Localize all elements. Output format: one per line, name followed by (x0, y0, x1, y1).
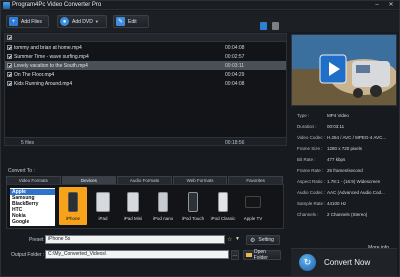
output-folder-label: Output Folder : (11, 252, 45, 258)
file-name: On The Floor.mp4 (14, 72, 55, 78)
close-icon[interactable]: ✕ (387, 2, 395, 9)
file-checkbox[interactable] (7, 54, 12, 59)
file-checkbox[interactable] (7, 63, 12, 68)
file-list-header (5, 34, 286, 42)
file-duration: 00:04:29 (225, 72, 245, 78)
preset-value: iPhone 5s (48, 236, 71, 242)
preset-label: Preset : (29, 237, 47, 243)
ipod-nano-icon (158, 192, 168, 212)
folder-icon (246, 253, 252, 257)
device-apple-tv[interactable]: Apple TV (239, 187, 267, 225)
iphone-icon (68, 192, 78, 212)
device-label: iPod nano (152, 216, 174, 221)
output-folder-field[interactable]: C:\My_Converted_Videos\ (45, 250, 229, 259)
file-duration: 00:04:08 (225, 45, 245, 51)
tab-devices[interactable]: Devices (61, 176, 117, 184)
setting-label: Setting (258, 237, 274, 243)
device-label: iPad Mini (123, 216, 143, 221)
chevron-down-icon[interactable]: ▼ (95, 19, 99, 24)
file-name: tommy and brian at home.mp4 (14, 45, 82, 51)
format-tabs: Video Formats Devices Audio Formats Web … (6, 176, 284, 184)
app-logo-icon (3, 2, 10, 9)
select-all-checkbox[interactable] (7, 35, 12, 40)
chevron-down-icon[interactable]: ▼ (235, 236, 240, 242)
video-preview[interactable] (291, 34, 397, 106)
dvd-icon: ● (60, 17, 69, 26)
convert-icon: ↻ (299, 254, 316, 271)
apple-tv-icon (245, 196, 261, 208)
ipod-classic-icon (218, 192, 228, 212)
setting-button[interactable]: ⚙ Setting (246, 235, 280, 245)
file-row[interactable]: tommy and brian at home.mp4 00:04:08 (5, 43, 286, 52)
list-view-icon[interactable] (272, 22, 279, 30)
file-row-selected[interactable]: Lovely vacation to the South.mp4 00:03:1… (5, 61, 286, 70)
device-label: Apple TV (243, 216, 263, 221)
add-dvd-button[interactable]: ● Add DVD ▼ (57, 15, 107, 28)
file-row[interactable]: Summer Time - wave surfing.mp4 00:02:57 (5, 52, 286, 61)
device-iphone[interactable]: iPhone (59, 187, 87, 225)
tab-web-formats[interactable]: Web Formats (172, 176, 228, 184)
media-info-panel: Type : MP4 Video Duration :00:03:11 Video… (291, 107, 397, 251)
open-folder-label: Open Folder (253, 249, 268, 261)
add-files-button[interactable]: + Add Files (6, 15, 49, 28)
file-row[interactable]: On The Floor.mp4 00:04:29 (5, 70, 286, 79)
add-file-icon: + (9, 17, 18, 26)
brand-list: Apple Samsung BlackBerry HTC Nokia Googl… (10, 188, 55, 226)
ipad-mini-icon (127, 192, 139, 212)
browse-button[interactable]: … (231, 250, 239, 260)
tab-video-formats[interactable]: Video Formats (6, 176, 61, 184)
file-duration: 00:03:11 (225, 63, 245, 69)
device-ipod-nano[interactable]: iPod nano (149, 187, 177, 225)
open-folder-button[interactable]: Open Folder (243, 249, 281, 261)
gear-icon: ⚙ (250, 237, 256, 244)
star-icon[interactable]: ☆ (227, 236, 232, 243)
file-checkbox[interactable] (7, 72, 12, 77)
edit-button[interactable]: ✎ Edit (113, 15, 149, 28)
device-ipad[interactable]: iPad (89, 187, 117, 225)
file-duration: 00:02:57 (225, 54, 245, 60)
file-duration: 00:04:08 (225, 81, 245, 87)
ipad-icon (96, 192, 110, 212)
file-checkbox[interactable] (7, 81, 12, 86)
ipod-touch-icon (188, 192, 198, 212)
device-label: iPhone (65, 216, 80, 221)
app-window: Program4Pc Video Converter Pro – ✕ + Add… (0, 0, 400, 277)
device-label: iPod Classic (210, 216, 236, 221)
edit-icon: ✎ (116, 17, 125, 26)
device-label: iPad (98, 216, 108, 221)
device-ipad-mini[interactable]: iPad Mini (119, 187, 147, 225)
minimize-icon[interactable]: – (373, 2, 381, 9)
tab-audio-formats[interactable]: Audio Formats (117, 176, 172, 184)
device-label: iPod Touch (181, 216, 205, 221)
convert-now-label: Convert Now (324, 258, 371, 267)
window-title: Program4Pc Video Converter Pro (12, 2, 102, 8)
file-name: Summer Time - wave surfing.mp4 (14, 54, 89, 60)
convert-to-label: Convert To : (8, 168, 35, 174)
convert-now-button[interactable]: ↻ Convert Now (291, 248, 397, 276)
file-name: Kids Running Around.mp4 (14, 81, 73, 87)
total-duration: 00:18:56 (225, 140, 245, 146)
file-list-footer: 5 files 00:18:56 (5, 137, 286, 146)
toolbar: + Add Files ● Add DVD ▼ ✎ Edit (1, 11, 399, 32)
tab-favorites[interactable]: Favorites (228, 176, 283, 184)
add-files-label: Add Files (21, 18, 42, 25)
devices-panel: Apple Samsung BlackBerry HTC Nokia Googl… (6, 184, 284, 229)
add-dvd-label: Add DVD (72, 18, 93, 25)
preview-thumbnail (292, 35, 396, 105)
file-name: Lovely vacation to the South.mp4 (14, 63, 88, 69)
file-count: 5 files (21, 140, 35, 146)
edit-label: Edit (128, 18, 137, 25)
device-ipod-touch[interactable]: iPod Touch (179, 187, 207, 225)
device-ipod-classic[interactable]: iPod Classic (209, 187, 237, 225)
trash-icon[interactable] (260, 22, 267, 30)
brand-item-google[interactable]: Google (12, 219, 29, 225)
preset-select[interactable]: iPhone 5s (45, 235, 225, 244)
file-row[interactable]: Kids Running Around.mp4 00:04:08 (5, 79, 286, 88)
title-bar: Program4Pc Video Converter Pro – ✕ (1, 1, 399, 10)
file-checkbox[interactable] (7, 45, 12, 50)
output-folder-value: C:\My_Converted_Videos\ (48, 251, 107, 257)
file-list: tommy and brian at home.mp4 00:04:08 Sum… (4, 33, 287, 146)
